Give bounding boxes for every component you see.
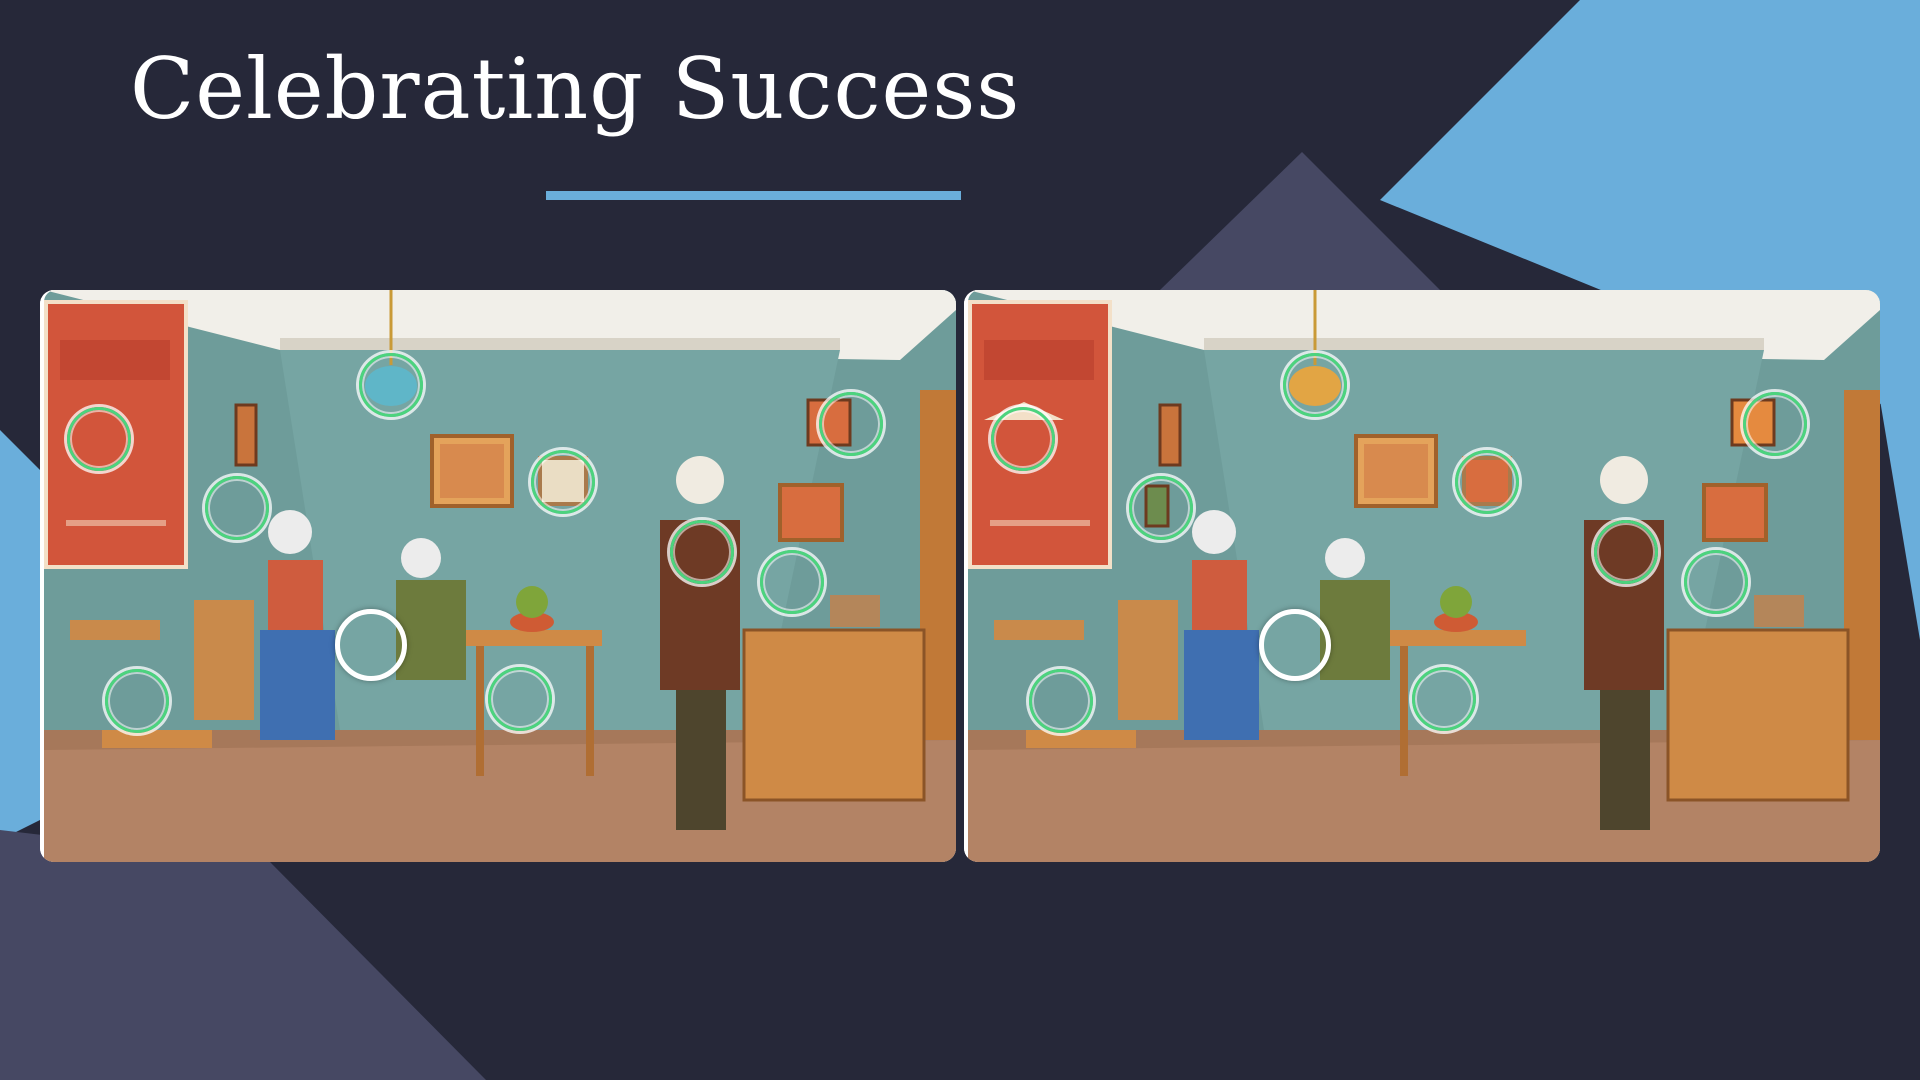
difference-marker-poster-mountain[interactable]: [67, 407, 131, 471]
slide-title: Celebrating Success: [130, 40, 1021, 138]
difference-marker-poster-mountain[interactable]: [991, 407, 1055, 471]
difference-marker-chair-seat[interactable]: [1029, 669, 1093, 733]
blue-shape-left-edge: [0, 430, 40, 840]
difference-marker-chair-seat[interactable]: [105, 669, 169, 733]
difference-marker-right-frame[interactable]: [819, 392, 883, 456]
game-panel-right[interactable]: [964, 290, 1880, 862]
purple-triangle-bottom-left: [0, 830, 486, 1080]
selection-cursor-circle[interactable]: [335, 609, 407, 681]
difference-marker-table-leg[interactable]: [1412, 667, 1476, 731]
purple-triangle-top: [1160, 152, 1440, 290]
difference-marker-empty-wall-spot[interactable]: [205, 476, 269, 540]
difference-marker-table-leg[interactable]: [488, 667, 552, 731]
difference-marker-small-frame[interactable]: [1455, 450, 1519, 514]
difference-marker-small-frame[interactable]: [531, 450, 595, 514]
difference-marker-wall-frame[interactable]: [1129, 476, 1193, 540]
difference-marker-right-frame[interactable]: [1743, 392, 1807, 456]
blue-shape-right-edge: [1880, 360, 1920, 640]
difference-marker-man-lapel[interactable]: [670, 520, 734, 584]
game-panel-left[interactable]: [40, 290, 956, 862]
difference-marker-lamp[interactable]: [1283, 353, 1347, 417]
difference-marker-lamp[interactable]: [359, 353, 423, 417]
selection-cursor-circle[interactable]: [1259, 609, 1331, 681]
difference-marker-man-lapel[interactable]: [1594, 520, 1658, 584]
title-underline: [546, 191, 961, 200]
difference-marker-bench-box[interactable]: [1684, 550, 1748, 614]
difference-marker-bench-box[interactable]: [760, 550, 824, 614]
